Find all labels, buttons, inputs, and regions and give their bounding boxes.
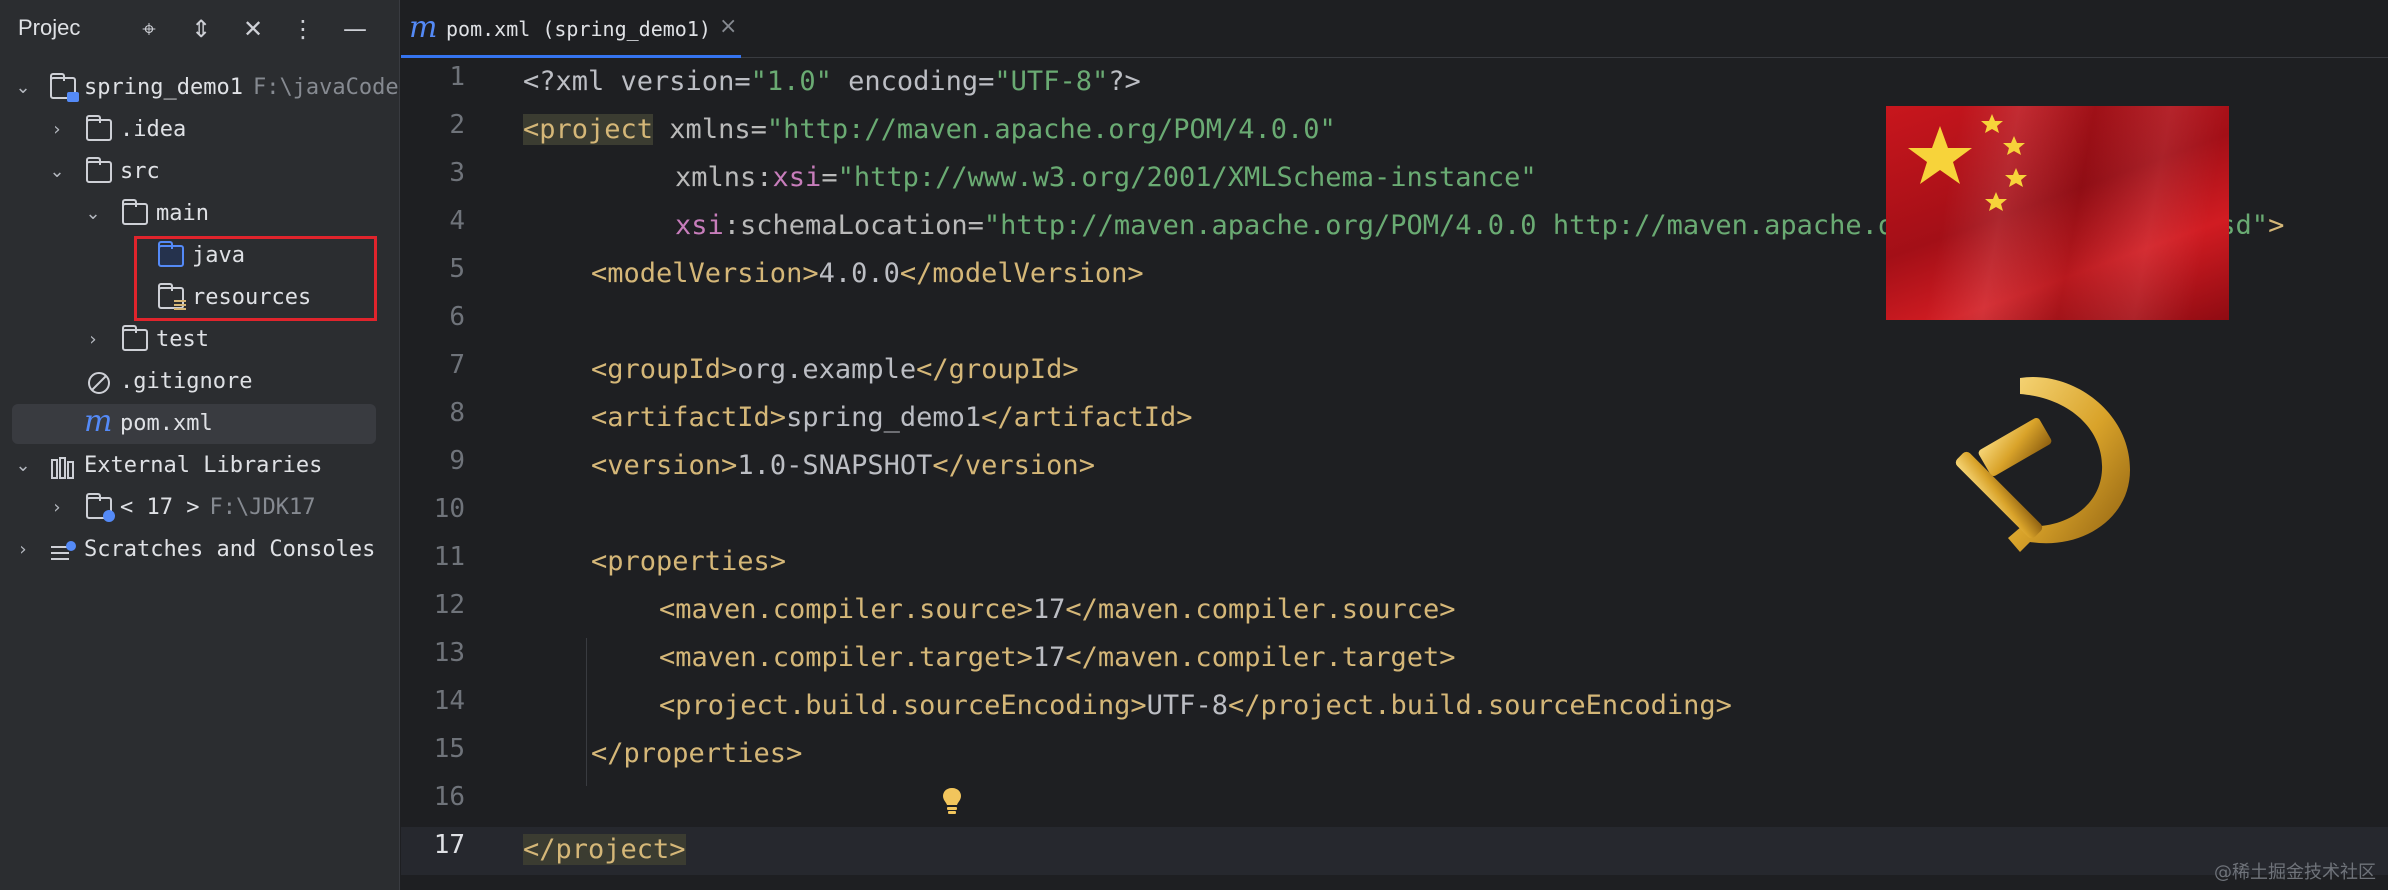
flag-image [1886, 106, 2229, 320]
line-number: 3 [449, 158, 465, 188]
line-number: 6 [449, 302, 465, 332]
line-number: 5 [449, 254, 465, 284]
lightbulb-icon[interactable] [941, 786, 963, 816]
folder-icon [86, 115, 112, 141]
tree-item-jdk17[interactable]: › < 17 > F:\JDK17 [0, 488, 400, 528]
project-tool-window: Projec ⌖ ⇕ ✕ ⋮ — ⌄ spring_demo1 F:\javaCo… [0, 0, 400, 890]
expand-all-icon[interactable]: ⇕ [186, 14, 216, 44]
tree-item-test[interactable]: › test [0, 320, 400, 360]
chevron-down-icon[interactable]: ⌄ [14, 68, 32, 108]
line-number: 9 [449, 446, 465, 476]
code-line-1: <?xml version="1.0" encoding="UTF-8"?> [523, 66, 1141, 97]
line-number: 11 [433, 542, 465, 572]
tree-item-main[interactable]: ⌄ main [0, 194, 400, 234]
chevron-down-icon[interactable]: ⌄ [84, 194, 102, 234]
tree-item-scratches[interactable]: › Scratches and Consoles [0, 530, 400, 570]
tree-item-label: main [156, 201, 209, 226]
line-number: 7 [449, 350, 465, 380]
tab-label: pom.xml (spring_demo1) [446, 17, 711, 41]
tree-item-label: pom.xml [120, 411, 213, 436]
scratches-icon [50, 538, 76, 560]
options-menu-icon[interactable]: ⋮ [288, 14, 318, 44]
chevron-right-icon[interactable]: › [48, 110, 66, 150]
line-number: 10 [433, 494, 465, 524]
code-line-7: <groupId>org.example</groupId> [591, 354, 1079, 385]
folder-icon [86, 157, 112, 183]
tab-pom-xml[interactable]: m pom.xml (spring_demo1) × [401, 0, 741, 58]
tree-item-label: src [120, 159, 160, 184]
line-number: 12 [433, 590, 465, 620]
module-folder-icon [50, 73, 79, 102]
chevron-down-icon[interactable]: ⌄ [48, 152, 66, 192]
tree-item-pom-xml[interactable]: m pom.xml [0, 404, 400, 444]
line-number: 13 [433, 638, 465, 668]
hammer-sickle-emblem [1955, 376, 2130, 552]
indent-guide [586, 638, 587, 786]
line-number: 1 [449, 62, 465, 92]
tree-item-label: .idea [120, 117, 187, 142]
tree-item-path: F:\JDK17 [209, 495, 316, 520]
editor-tab-bar: m pom.xml (spring_demo1) × [401, 0, 2388, 58]
tree-item-path: F:\javaCode [252, 75, 399, 100]
watermark-text: @稀土掘金技术社区 [2214, 862, 2376, 883]
folder-icon [122, 199, 148, 225]
library-icon [50, 454, 76, 479]
code-line-3: xmlns:xsi="http://www.w3.org/2001/XMLSch… [675, 162, 1537, 193]
maven-file-icon: m [84, 404, 113, 439]
collapse-all-icon[interactable]: ✕ [238, 14, 268, 44]
folder-icon [122, 325, 148, 351]
line-number-gutter: 1 2 3 4 5 6 7 8 9 10 11 12 13 14 15 16 1… [401, 58, 521, 890]
ignore-file-icon [86, 370, 112, 394]
code-line-11: <properties> [591, 546, 787, 577]
code-line-5: <modelVersion>4.0.0</modelVersion> [591, 258, 1144, 289]
tree-item-idea[interactable]: › .idea [0, 110, 400, 150]
tree-item-label: .gitignore [120, 369, 253, 394]
code-line-2: <project xmlns="http://maven.apache.org/… [523, 114, 1336, 145]
line-number-current: 17 [433, 830, 465, 860]
line-number: 16 [433, 782, 465, 812]
line-number: 4 [449, 206, 465, 236]
project-pane-header: Projec ⌖ ⇕ ✕ ⋮ — [0, 0, 400, 58]
code-line-8: <artifactId>spring_demo1</artifactId> [591, 402, 1193, 433]
flag-stars [1908, 114, 2027, 211]
tree-item-external-libraries[interactable]: ⌄ External Libraries [0, 446, 400, 486]
chevron-right-icon[interactable]: › [14, 530, 32, 570]
chevron-down-icon[interactable]: ⌄ [14, 446, 32, 486]
tree-item-label: External Libraries [84, 453, 323, 478]
chevron-right-icon[interactable]: › [48, 488, 66, 528]
line-number: 15 [433, 734, 465, 764]
tree-item-gitignore[interactable]: .gitignore [0, 362, 400, 402]
tree-item-label: Scratches and Consoles [84, 537, 376, 562]
code-line-17: </project> [523, 834, 686, 865]
annotation-highlight-box [134, 236, 377, 321]
code-line-15: </properties> [591, 738, 803, 769]
tree-item-label: < 17 > [120, 495, 200, 520]
hide-pane-icon[interactable]: — [340, 14, 370, 44]
project-pane-title[interactable]: Projec [18, 15, 80, 41]
code-line-9: <version>1.0-SNAPSHOT</version> [591, 450, 1095, 481]
code-line-12: <maven.compiler.source>17</maven.compile… [659, 594, 1456, 625]
tree-item-spring-demo1[interactable]: ⌄ spring_demo1 F:\javaCode [0, 68, 400, 108]
close-icon[interactable]: × [719, 14, 737, 39]
line-number: 14 [433, 686, 465, 716]
chevron-right-icon[interactable]: › [84, 320, 102, 360]
maven-file-icon: m [409, 10, 438, 45]
code-line-13: <maven.compiler.target>17</maven.compile… [659, 642, 1456, 673]
tree-item-label: test [156, 327, 209, 352]
locate-file-icon[interactable]: ⌖ [134, 14, 164, 44]
line-number: 2 [449, 110, 465, 140]
jdk-folder-icon [86, 493, 115, 522]
line-number: 8 [449, 398, 465, 428]
tree-item-src[interactable]: ⌄ src [0, 152, 400, 192]
code-line-14: <project.build.sourceEncoding>UTF-8</pro… [659, 690, 1732, 721]
tree-item-label: spring_demo1 [84, 75, 243, 100]
